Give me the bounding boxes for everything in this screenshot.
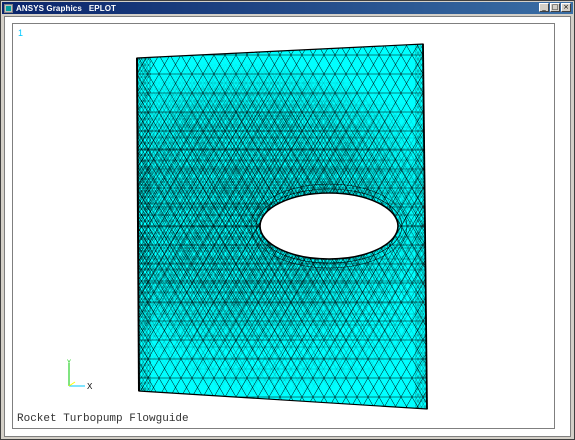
coordinate-triad: Y X	[67, 360, 93, 391]
plot-caption: Rocket Turbopump Flowguide	[17, 413, 189, 425]
triad-y-label: Y	[67, 360, 71, 366]
triad-x-label: X	[87, 382, 93, 391]
graphics-viewport[interactable]: 1 Y X Rocket Turbopump Flowguide	[4, 16, 571, 437]
hole-edge	[259, 192, 399, 260]
ansys-graphics-window: ANSYS Graphics EPLOT _ □ × 1 Y X Rocket …	[0, 0, 575, 440]
element-mesh-plot: Y X	[67, 43, 428, 410]
title-bar[interactable]: ANSYS Graphics EPLOT _ □ ×	[2, 2, 573, 14]
close-button[interactable]: ×	[561, 3, 571, 12]
minimize-button[interactable]: _	[539, 3, 549, 12]
ansys-app-icon	[4, 3, 13, 13]
maximize-button[interactable]: □	[550, 3, 560, 12]
window-title: ANSYS Graphics EPLOT	[16, 3, 117, 13]
window-controls: _ □ ×	[539, 3, 571, 12]
